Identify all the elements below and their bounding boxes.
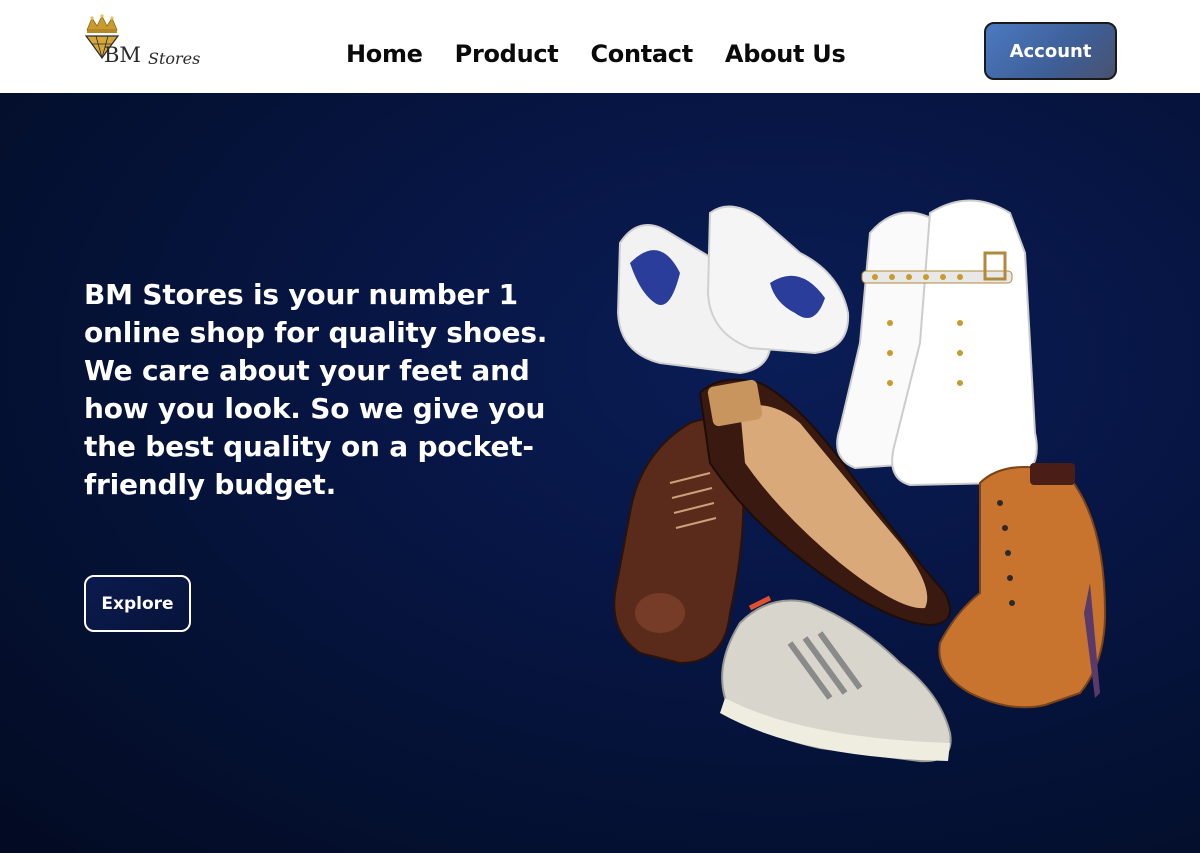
hero-paragraph-intro: BM Stores is your number 1 online shop f… <box>84 278 548 349</box>
nav-product[interactable]: Product <box>455 38 559 70</box>
shoe-collage-image <box>613 199 1107 763</box>
crown-logo-icon: BM Stores <box>84 14 200 68</box>
svg-text:BM: BM <box>104 43 141 67</box>
nav-home[interactable]: Home <box>346 38 423 70</box>
main-nav: Home Product Contact About Us <box>346 38 846 70</box>
svg-text:Stores: Stores <box>148 49 200 68</box>
nav-about-us[interactable]: About Us <box>725 38 846 70</box>
nav-contact[interactable]: Contact <box>590 38 693 70</box>
orange-heel-boot-icon <box>938 463 1107 709</box>
white-sneaker-icon <box>616 205 850 375</box>
site-header: BM Stores Home Product Contact About Us … <box>0 0 1200 93</box>
hero-description: BM Stores is your number 1 online shop f… <box>84 276 564 504</box>
account-button[interactable]: Account <box>984 22 1117 80</box>
white-hightop-icon <box>836 199 1038 487</box>
explore-button[interactable]: Explore <box>84 575 191 632</box>
hero-section: BM Stores is your number 1 online shop f… <box>0 93 1200 853</box>
hero-paragraph-care: We care about your feet and how you look… <box>84 354 546 501</box>
brand-logo[interactable]: BM Stores <box>84 14 204 74</box>
